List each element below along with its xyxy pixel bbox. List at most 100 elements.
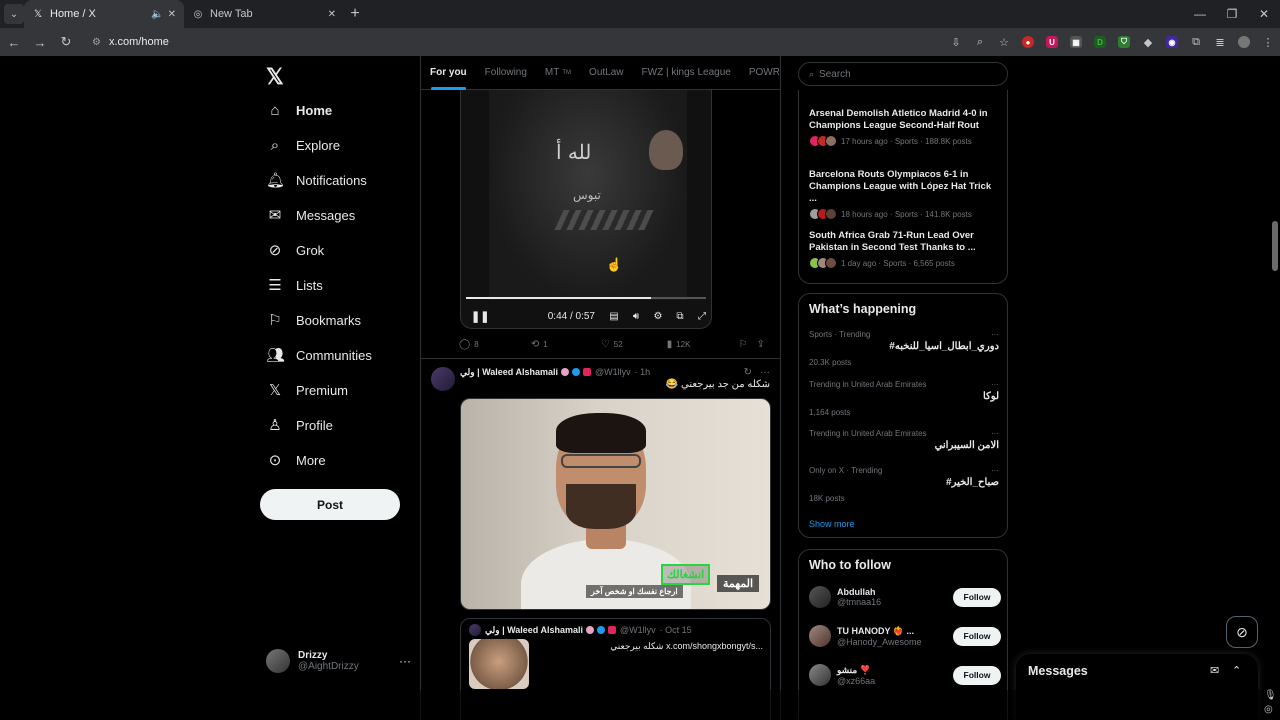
more-dots-icon[interactable]: ···: [991, 429, 999, 438]
follow-button[interactable]: Follow: [953, 626, 1001, 646]
nav-grok[interactable]: ⊘ Grok: [266, 235, 324, 265]
forward-icon[interactable]: →: [28, 30, 52, 54]
trend-item[interactable]: Trending in United Arab Emirates ··· الام…: [809, 429, 999, 451]
site-info-icon[interactable]: ⚙: [92, 37, 101, 48]
post[interactable]: ولي | Waleed Alshamali @W1llyv · 1h ↻ ··…: [421, 359, 780, 720]
close-window-icon[interactable]: ✕: [1248, 0, 1280, 28]
post-video-thumbnail[interactable]: انشغالك المهمة ارجاع نفسك او شخص آخر: [460, 398, 771, 610]
post-time[interactable]: · 1h: [635, 367, 651, 377]
extension-diamond-icon[interactable]: ◆: [1136, 30, 1160, 54]
address-bar[interactable]: ⚙ x.com/home: [84, 31, 924, 53]
reply-button[interactable]: ◯ 8: [459, 339, 531, 350]
tab-outlaw[interactable]: OutLaw: [580, 56, 632, 90]
more-dots-icon[interactable]: ···: [399, 654, 411, 668]
minimize-icon[interactable]: —: [1184, 0, 1216, 28]
pause-icon[interactable]: ❚❚: [471, 310, 489, 323]
show-more-link[interactable]: Show more: [809, 519, 855, 529]
nav-lists[interactable]: ☰ Lists: [266, 270, 322, 300]
more-dots-icon[interactable]: ···: [991, 380, 999, 389]
nav-explore[interactable]: ⌕ Explore: [266, 130, 340, 160]
settings-icon[interactable]: ⚙: [647, 311, 669, 322]
x-logo-icon[interactable]: 𝕏: [266, 64, 284, 90]
author-name[interactable]: ولي | Waleed Alshamali: [460, 367, 558, 378]
page-scrollbar[interactable]: [1270, 56, 1280, 690]
close-tab-icon[interactable]: ✕: [168, 9, 176, 20]
grok-icon[interactable]: ↻: [744, 367, 752, 378]
post-button[interactable]: Post: [260, 489, 400, 520]
speaker-icon[interactable]: 🔈: [151, 9, 163, 20]
more-dots-icon[interactable]: ···: [991, 466, 999, 475]
news-meta: 1 day ago · Sports · 6,565 posts: [841, 258, 955, 268]
kebab-menu-icon[interactable]: ⋮: [1256, 30, 1280, 54]
nav-communities[interactable]: 👥︎ Communities: [266, 340, 372, 370]
install-icon[interactable]: ⇩: [944, 30, 968, 54]
nav-bookmarks[interactable]: ⚐ Bookmarks: [266, 305, 361, 335]
extension-grid-icon[interactable]: ▦: [1064, 30, 1088, 54]
share-button[interactable]: ⇪: [757, 339, 769, 350]
tab-search-button[interactable]: ⌄: [4, 4, 24, 24]
follow-button[interactable]: Follow: [953, 587, 1001, 607]
video-progress-bar[interactable]: [466, 297, 706, 299]
more-dots-icon[interactable]: ···: [991, 330, 999, 339]
nav-notifications[interactable]: 🔔︎ Notifications: [266, 165, 367, 195]
pip-icon[interactable]: ⧉: [669, 311, 691, 322]
tab-following[interactable]: Following: [476, 56, 536, 90]
tab-new-tab[interactable]: ◎ New Tab ✕: [184, 0, 344, 28]
analytics-icon: ▮: [666, 338, 673, 350]
nav-premium[interactable]: 𝕏 Premium: [266, 375, 348, 405]
tab-fwz[interactable]: FWZ | kings League: [633, 56, 740, 90]
new-tab-button[interactable]: +: [344, 3, 366, 25]
nav-more[interactable]: ⊙ More: [266, 445, 326, 475]
like-button[interactable]: ♡ 52: [601, 339, 667, 350]
tab-for-you[interactable]: For you: [421, 56, 476, 90]
account-switcher[interactable]: Drizzy @AightDrizzy ···: [266, 645, 411, 677]
news-item[interactable]: Arsenal Demolish Atletico Madrid 4-0 in …: [809, 108, 999, 147]
bookmark-star-icon[interactable]: ☆: [992, 30, 1016, 54]
bookmark-button[interactable]: ⚐: [739, 339, 757, 350]
views-button[interactable]: ▮ 12K: [667, 339, 739, 350]
follow-suggestion[interactable]: Abdullah @tmnaa16 Follow: [809, 583, 1001, 611]
follow-suggestion[interactable]: TU HANODY ❤️‍🔥 ... @Hanody_Awesome Follow: [809, 622, 1001, 650]
extensions-puzzle-icon[interactable]: ⧉: [1184, 30, 1208, 54]
new-message-icon[interactable]: ✉: [1210, 664, 1219, 677]
follow-button[interactable]: Follow: [953, 665, 1001, 685]
news-item[interactable]: South Africa Grab 71-Run Lead Over Pakis…: [809, 230, 999, 269]
trend-item[interactable]: Trending in United Arab Emirates ··· لوكا…: [809, 380, 999, 417]
nav-home[interactable]: ⌂ Home: [266, 95, 332, 125]
expand-chevron-icon[interactable]: ⌃: [1232, 664, 1241, 677]
news-item[interactable]: Barcelona Routs Olympiacos 6-1 in Champi…: [809, 169, 999, 220]
extension-eye-icon[interactable]: ◉: [1160, 30, 1184, 54]
extension-red-icon[interactable]: ●: [1016, 30, 1040, 54]
lens-icon[interactable]: ◎: [1264, 704, 1273, 715]
trend-item[interactable]: Sports · Trending ··· #دوري_ابطال_اسيا_لل…: [809, 330, 999, 367]
zoom-icon[interactable]: ⌕: [968, 30, 992, 54]
grok-fab-icon[interactable]: ⊘: [1226, 616, 1258, 648]
extension-shield-icon[interactable]: ⛉: [1112, 30, 1136, 54]
tab-mt[interactable]: MT TM: [536, 56, 580, 90]
tab-home-x[interactable]: 𝕏 Home / X 🔈 ✕: [24, 0, 184, 28]
tab-powr[interactable]: POWR | جو: [740, 56, 780, 90]
captions-icon[interactable]: ▤: [603, 311, 625, 322]
mic-icon[interactable]: 🎙︎: [1264, 690, 1277, 701]
reload-icon[interactable]: ↻: [54, 30, 78, 54]
follow-suggestion[interactable]: منشو ❣️ @xz66aa Follow: [809, 661, 1001, 689]
video-player[interactable]: لله أ تبوس ☝ ❚❚ 0:44 / 0:57 ▤ 🔊︎ ⚙ ⧉ ⤢: [460, 90, 712, 329]
avatar[interactable]: [431, 367, 455, 391]
volume-icon[interactable]: 🔊︎: [625, 311, 647, 322]
nav-messages[interactable]: ✉ Messages: [266, 200, 356, 230]
fullscreen-icon[interactable]: ⤢: [691, 311, 711, 322]
search-input[interactable]: ⌕ Search: [798, 62, 1008, 86]
nav-profile[interactable]: ♙ Profile: [266, 410, 333, 440]
trend-item[interactable]: Only on X · Trending ··· #صباح_الخير 18K …: [809, 466, 999, 503]
more-dots-icon[interactable]: ···: [760, 367, 770, 378]
reading-list-icon[interactable]: ≣: [1208, 30, 1232, 54]
close-tab-icon[interactable]: ✕: [328, 9, 336, 20]
back-icon[interactable]: ←: [2, 30, 26, 54]
profile-avatar-icon[interactable]: [1232, 30, 1256, 54]
extension-d-icon[interactable]: D: [1088, 30, 1112, 54]
repost-button[interactable]: ⟲ 1: [531, 339, 601, 350]
restore-icon[interactable]: ❐: [1216, 0, 1248, 28]
scrollbar-thumb[interactable]: [1272, 221, 1278, 271]
author-handle[interactable]: @W1llyv: [595, 367, 631, 377]
extension-pink-icon[interactable]: U: [1040, 30, 1064, 54]
